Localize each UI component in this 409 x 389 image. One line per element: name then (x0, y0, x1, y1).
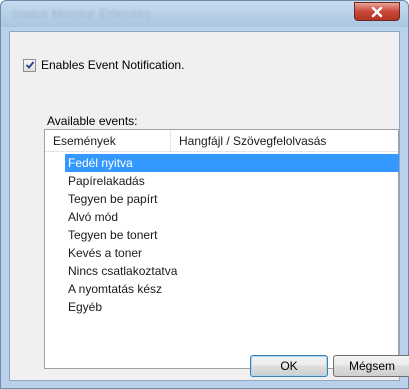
event-item-paper-jam[interactable]: Papírelakadás (65, 172, 399, 190)
close-icon (371, 6, 383, 17)
close-button[interactable] (354, 2, 400, 21)
event-items: Fedél nyitva Papírelakadás Tegyen be pap… (65, 154, 399, 316)
enable-notification-label[interactable]: Enables Event Notification. (41, 58, 184, 72)
event-item-other[interactable]: Egyéb (65, 298, 399, 316)
dialog-window: Status Monitor Értesítés Enables Event N… (0, 0, 409, 389)
event-item-not-connected[interactable]: Nincs csatlakoztatva (65, 262, 399, 280)
list-header: Események Hangfájl / Szövegfelolvasás (45, 130, 398, 152)
available-events-label: Available events: (47, 114, 138, 128)
event-item-sleep-mode[interactable]: Alvó mód (65, 208, 399, 226)
enable-notification-checkbox[interactable] (23, 58, 36, 72)
title-bar[interactable]: Status Monitor Értesítés (1, 1, 408, 27)
event-item-cover-open[interactable]: Fedél nyitva (65, 154, 399, 172)
ok-button[interactable]: OK (250, 355, 328, 377)
event-item-add-paper[interactable]: Tegyen be papírt (65, 190, 399, 208)
column-header-events[interactable]: Események (45, 130, 171, 152)
dialog-content: Enables Event Notification. Available ev… (9, 31, 400, 381)
event-item-low-toner[interactable]: Kevés a toner (65, 244, 399, 262)
window-title: Status Monitor Értesítés (11, 7, 152, 21)
events-list[interactable]: Események Hangfájl / Szövegfelolvasás Fe… (44, 129, 399, 369)
cancel-button[interactable]: Mégsem (333, 355, 409, 377)
event-item-add-toner[interactable]: Tegyen be tonert (65, 226, 399, 244)
column-header-sound[interactable]: Hangfájl / Szövegfelolvasás (171, 130, 398, 152)
event-item-print-complete[interactable]: A nyomtatás kész (65, 280, 399, 298)
checkmark-icon (25, 61, 34, 69)
enable-notification-row[interactable]: Enables Event Notification. (23, 58, 184, 72)
